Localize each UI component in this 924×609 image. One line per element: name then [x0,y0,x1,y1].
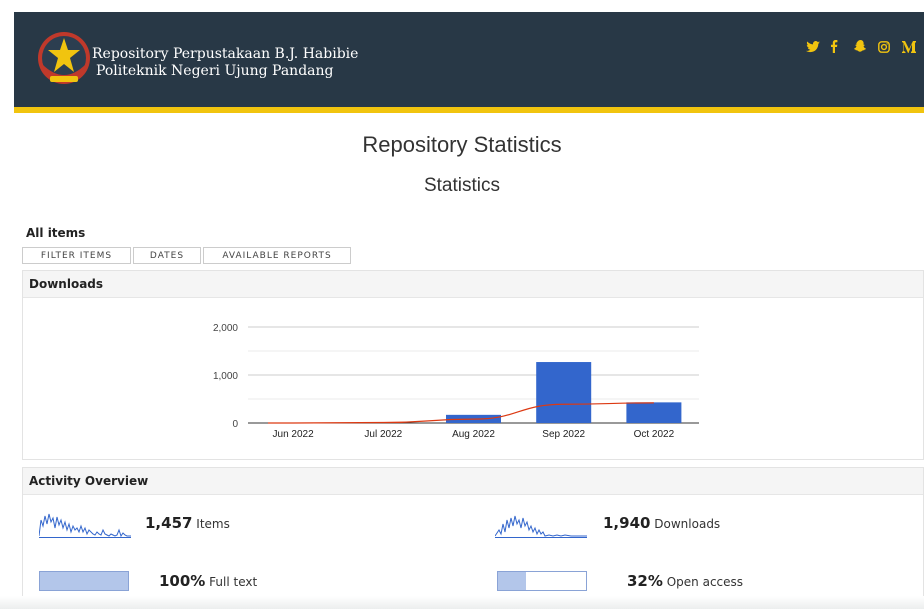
page-title: Repository Statistics [362,132,562,157]
activity-heading: Activity Overview [23,468,923,495]
downloads-heading: Downloads [23,271,923,298]
fulltext-label: Full text [209,575,258,589]
fulltext-bar-fill [40,572,128,590]
downloads-stat: 1,940 Downloads [603,514,720,532]
x-tick-label: Oct 2022 [634,429,675,440]
header-accent-bar [14,107,924,113]
tab-dates[interactable]: DATES [133,247,201,264]
bar-oct-2022 [626,402,682,423]
items-label: Items [196,517,230,531]
twitter-icon[interactable] [806,40,820,53]
x-tick-label: Jun 2022 [273,429,315,440]
downloads-panel: Downloads 0 1,000 2,000 Jun 2022 Jul 2022 Aug… [22,270,924,460]
site-title[interactable]: Repository Perpustakaan B.J. Habibie Pol… [92,46,358,80]
openaccess-bar [497,571,587,591]
x-tick-label: Jul 2022 [364,429,402,440]
bar-sep-2022 [536,362,592,423]
fulltext-percent: 100% [159,572,206,590]
page-subtitle: Statistics [423,175,501,196]
openaccess-percent: 32% [627,572,663,590]
site-header: Repository Perpustakaan B.J. Habibie Pol… [14,12,924,107]
downloads-chart: 0 1,000 2,000 Jun 2022 Jul 2022 Aug 2022 Sep 2… [213,323,699,440]
snapchat-icon[interactable] [854,40,868,53]
x-tick-label: Sep 2022 [542,429,585,440]
activity-panel: Activity Overview 1,457 Items 1,940 Down… [22,467,924,609]
openaccess-label: Open access [666,575,744,589]
instagram-icon[interactable] [878,40,892,53]
items-sparkline [39,513,131,538]
facebook-icon[interactable] [830,40,844,53]
filter-tabs: FILTER ITEMS DATES AVAILABLE REPORTS [22,247,353,264]
fulltext-bar [39,571,129,591]
x-tick-label: Aug 2022 [452,429,495,440]
site-title-line2: Politeknik Negeri Ujung Pandang [96,63,334,79]
fulltext-stat: 100% Full text [159,572,257,590]
y-tick-label: 2,000 [213,323,238,334]
openaccess-bar-fill [498,572,527,590]
tab-filter-items[interactable]: FILTER ITEMS [22,247,131,264]
tab-available-reports[interactable]: AVAILABLE REPORTS [203,247,351,264]
downloads-count: 1,940 [603,514,651,532]
medium-icon[interactable] [902,40,916,53]
site-title-line1: Repository Perpustakaan B.J. Habibie [92,46,359,62]
filter-heading: All items [26,226,86,240]
institution-logo[interactable] [34,28,94,90]
downloads-sparkline [495,515,587,538]
items-count: 1,457 [145,514,193,532]
bottom-shade [0,596,924,609]
downloads-label: Downloads [654,517,721,531]
y-tick-label: 0 [232,419,238,430]
social-links [806,40,916,53]
items-stat: 1,457 Items [145,514,230,532]
y-tick-label: 1,000 [213,371,238,382]
top-strip [0,0,924,12]
openaccess-stat: 32% Open access [627,572,743,590]
